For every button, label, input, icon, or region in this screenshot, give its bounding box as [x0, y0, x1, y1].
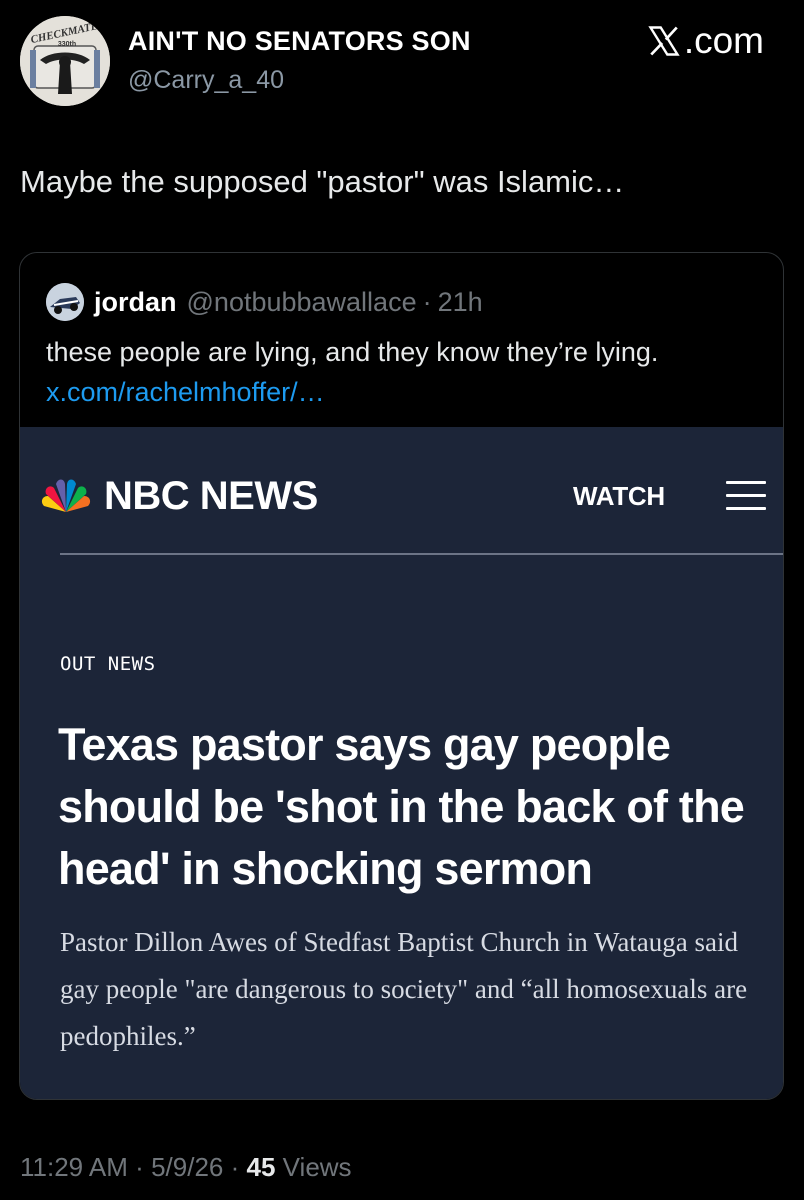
racing-car-avatar-icon	[46, 283, 84, 321]
quoted-post[interactable]: jordan @notbubbawallace · 21h these peop…	[19, 252, 784, 1100]
brand-label: .com	[683, 20, 764, 61]
article-screenshot[interactable]: NBC NEWS WATCH OUT NEWS Texas pastor say…	[20, 427, 783, 1099]
nbc-peacock-icon	[41, 479, 91, 512]
x-logo-icon	[648, 26, 680, 56]
quoted-author-handle[interactable]: @notbubbawallace	[187, 287, 417, 318]
article-dek: Pastor Dillon Awes of Stedfast Baptist C…	[60, 927, 748, 1051]
quoted-author-avatar[interactable]	[46, 283, 84, 321]
x-brand: .com	[646, 20, 764, 62]
views-count: 45	[246, 1152, 276, 1182]
author-handle[interactable]: @Carry_a_40	[128, 66, 284, 95]
quoted-post-header: jordan @notbubbawallace · 21h	[46, 283, 483, 321]
separator-dot: ·	[422, 286, 432, 317]
hamburger-menu-icon[interactable]	[726, 481, 766, 515]
separator-dot: ·	[135, 1152, 144, 1182]
views-label: Views	[282, 1152, 352, 1182]
svg-text:330th: 330th	[58, 41, 76, 48]
author-avatar[interactable]: CHECKMATE 330th	[20, 16, 110, 106]
watch-link[interactable]: WATCH	[573, 481, 665, 512]
checkmate-badge-icon: CHECKMATE 330th	[20, 16, 110, 106]
quoted-author-name[interactable]: jordan	[94, 287, 177, 318]
separator-dot: ·	[230, 1152, 240, 1182]
author-name[interactable]: AIN'T NO SENATORS SON	[128, 26, 471, 57]
post-date[interactable]: 5/9/26	[151, 1152, 223, 1182]
header-divider	[60, 553, 783, 555]
quoted-post-link[interactable]: x.com/rachelmhoffer/…	[46, 377, 325, 408]
article-headline: Texas pastor says gay people should be '…	[58, 719, 745, 894]
post-metadata: 11:29 AM · 5/9/26 · 45 Views	[20, 1152, 352, 1183]
post-text: Maybe the supposed "pastor" was Islamic…	[20, 164, 625, 199]
quoted-post-text: these people are lying, and they know th…	[46, 337, 659, 367]
nbc-news-wordmark: NBC NEWS	[104, 474, 318, 518]
post-time[interactable]: 11:29 AM	[20, 1152, 128, 1182]
section-label: OUT NEWS	[60, 653, 156, 675]
quoted-post-time[interactable]: 21h	[438, 287, 483, 318]
